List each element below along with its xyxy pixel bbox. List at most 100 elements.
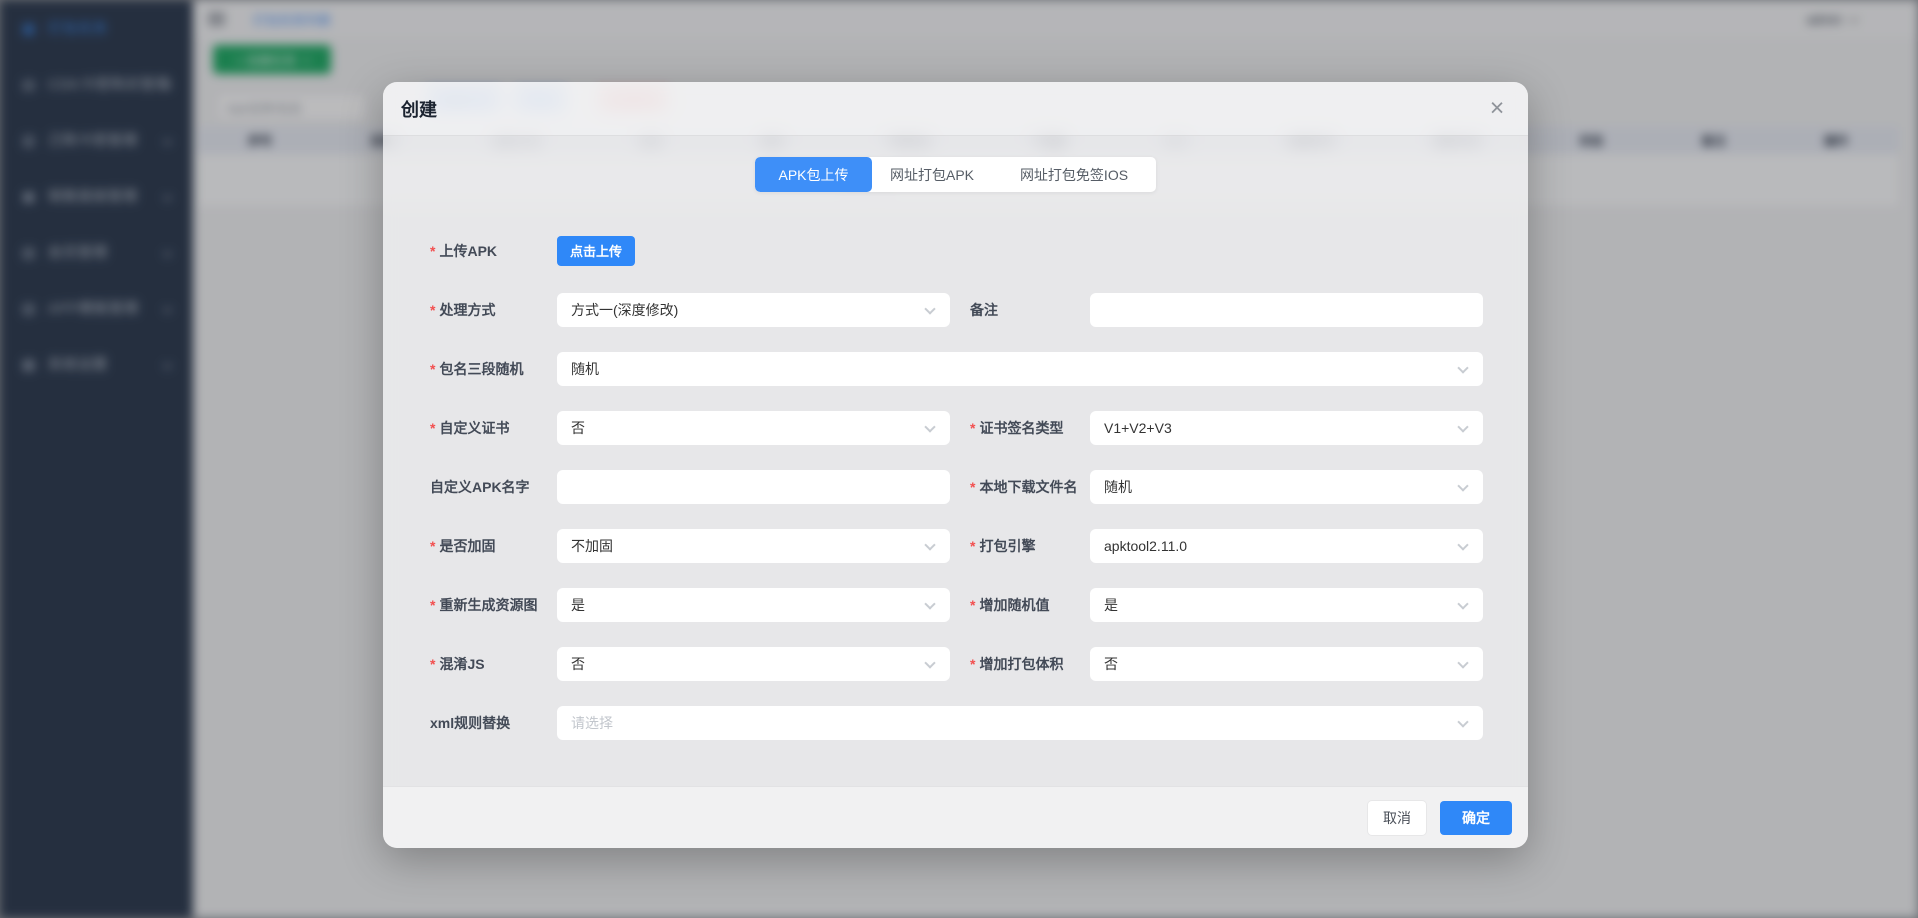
required-asterisk: * <box>430 538 435 554</box>
form-field: 方式一(深度修改) <box>557 293 950 327</box>
custom-apk-name-label: 自定义APK名字 <box>430 477 557 497</box>
required-asterisk: * <box>970 420 975 436</box>
upload-mode-tabs: APK包上传 网址打包APK 网址打包免签IOS <box>755 157 1156 192</box>
remark-label: 备注 <box>950 300 1090 320</box>
form-row: *包名三段随机随机 <box>383 339 1528 398</box>
tab-url-pack-ios[interactable]: 网址打包免签IOS <box>992 157 1156 192</box>
required-asterisk: * <box>970 597 975 613</box>
form-field: 请选择 <box>557 706 1483 740</box>
chevron-down-icon <box>1457 362 1468 373</box>
harden-select[interactable]: 不加固 <box>557 529 950 563</box>
confirm-button[interactable]: 确定 <box>1440 801 1512 835</box>
form-field: 随机 <box>557 352 1483 386</box>
chevron-down-icon <box>1457 421 1468 432</box>
form-field: 随机 <box>1090 470 1483 504</box>
obfuscate-js-select[interactable]: 否 <box>557 647 950 681</box>
select-value: 是 <box>571 595 916 615</box>
custom-cert-label: *自定义证书 <box>430 418 557 438</box>
cert-sign-type-select[interactable]: V1+V2+V3 <box>1090 411 1483 445</box>
select-value: 是 <box>1104 595 1449 615</box>
add-random-value-select[interactable]: 是 <box>1090 588 1483 622</box>
form-field: 是 <box>557 588 950 622</box>
required-asterisk: * <box>970 656 975 672</box>
xml-rule-replace-label: xml规则替换 <box>430 713 557 733</box>
remark-field[interactable] <box>1090 293 1483 327</box>
add-package-size-select[interactable]: 否 <box>1090 647 1483 681</box>
local-download-name-label: *本地下载文件名 <box>950 477 1090 497</box>
select-value: 否 <box>571 654 916 674</box>
form-field: 否 <box>557 411 950 445</box>
chevron-down-icon <box>1457 716 1468 727</box>
select-value: 随机 <box>571 359 1449 379</box>
required-asterisk: * <box>430 302 435 318</box>
create-form: *上传APK点击上传*处理方式方式一(深度修改)备注*包名三段随机随机*自定义证… <box>383 221 1528 752</box>
xml-rule-replace-select[interactable]: 请选择 <box>557 706 1483 740</box>
required-asterisk: * <box>430 656 435 672</box>
dialog-footer: 取消 确定 <box>383 786 1528 848</box>
form-field: 是 <box>1090 588 1483 622</box>
chevron-down-icon <box>1457 480 1468 491</box>
form-row: *自定义证书否 *证书签名类型 V1+V2+V3 <box>383 398 1528 457</box>
upload-apk-button[interactable]: 点击上传 <box>557 236 635 266</box>
local-download-name-select[interactable]: 随机 <box>1090 470 1483 504</box>
select-value: 否 <box>1104 654 1449 674</box>
tab-url-pack-apk[interactable]: 网址打包APK <box>872 157 992 192</box>
tab-apk-upload[interactable]: APK包上传 <box>755 157 872 192</box>
cancel-button[interactable]: 取消 <box>1368 801 1426 835</box>
close-icon[interactable]: × <box>1484 96 1510 122</box>
chevron-down-icon <box>924 421 935 432</box>
required-asterisk: * <box>970 479 975 495</box>
package-name-random-select[interactable]: 随机 <box>557 352 1483 386</box>
chevron-down-icon <box>924 539 935 550</box>
regen-resource-label: *重新生成资源图 <box>430 595 557 615</box>
package-name-random-label: *包名三段随机 <box>430 359 557 379</box>
required-asterisk: * <box>430 597 435 613</box>
screen: ▦打包任务▤CDK卡密购买管理▥己购卡密管理▣销售链接管理▧会员管理▨APP模板… <box>0 0 1918 918</box>
select-value: 随机 <box>1104 477 1449 497</box>
chevron-down-icon <box>1457 539 1468 550</box>
add-package-size-label: *增加打包体积 <box>950 654 1090 674</box>
form-row: *重新生成资源图是*增加随机值是 <box>383 575 1528 634</box>
form-field <box>557 470 950 504</box>
select-value: apktool2.11.0 <box>1104 538 1449 554</box>
upload-apk-label: *上传APK <box>430 241 557 261</box>
chevron-down-icon <box>1457 657 1468 668</box>
pack-engine-select[interactable]: apktool2.11.0 <box>1090 529 1483 563</box>
cert-sign-type-label: *证书签名类型 <box>950 418 1090 438</box>
form-row: *处理方式方式一(深度修改) 备注 <box>383 280 1528 339</box>
custom-cert-select[interactable]: 否 <box>557 411 950 445</box>
select-value: V1+V2+V3 <box>1104 420 1449 436</box>
required-asterisk: * <box>430 420 435 436</box>
required-asterisk: * <box>970 538 975 554</box>
custom-apk-name-field[interactable] <box>557 470 950 504</box>
select-value: 否 <box>571 418 916 438</box>
form-row: *混淆JS否*增加打包体积否 <box>383 634 1528 693</box>
chevron-down-icon <box>1457 598 1468 609</box>
form-row: xml规则替换请选择 <box>383 693 1528 752</box>
select-value: 请选择 <box>571 713 1449 733</box>
form-row: *上传APK点击上传 <box>383 221 1528 280</box>
dialog-title: 创建 <box>401 96 437 122</box>
form-field: 否 <box>1090 647 1483 681</box>
create-dialog: 创建 × APK包上传 网址打包APK 网址打包免签IOS *上传APK点击上传… <box>383 82 1528 848</box>
chevron-down-icon <box>924 657 935 668</box>
process-mode-select[interactable]: 方式一(深度修改) <box>557 293 950 327</box>
dialog-body: APK包上传 网址打包APK 网址打包免签IOS *上传APK点击上传*处理方式… <box>383 136 1528 786</box>
form-field: 点击上传 <box>557 236 950 266</box>
select-value: 不加固 <box>571 536 916 556</box>
form-field: apktool2.11.0 <box>1090 529 1483 563</box>
chevron-down-icon <box>924 598 935 609</box>
obfuscate-js-label: *混淆JS <box>430 654 557 674</box>
form-field: 不加固 <box>557 529 950 563</box>
required-asterisk: * <box>430 243 435 259</box>
chevron-down-icon <box>924 303 935 314</box>
form-field: V1+V2+V3 <box>1090 411 1483 445</box>
pack-engine-label: *打包引擎 <box>950 536 1090 556</box>
select-value: 方式一(深度修改) <box>571 300 916 320</box>
form-field: 否 <box>557 647 950 681</box>
form-field <box>1090 293 1483 327</box>
required-asterisk: * <box>430 361 435 377</box>
harden-label: *是否加固 <box>430 536 557 556</box>
regen-resource-select[interactable]: 是 <box>557 588 950 622</box>
process-mode-label: *处理方式 <box>430 300 557 320</box>
